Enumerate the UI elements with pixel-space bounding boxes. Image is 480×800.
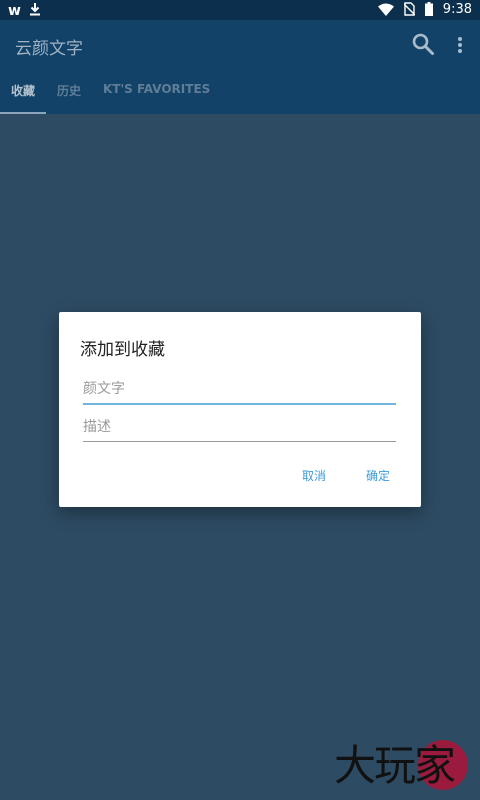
add-to-favorites-dialog: 添加到收藏 取消 确定: [59, 312, 421, 507]
wifi-icon: [377, 1, 394, 20]
screen: w 9:38 云颜文字 收藏 历史 KT'S FAVORITES 添加到收藏 颜…: [0, 0, 480, 800]
tab-kts-favorites[interactable]: KT'S FAVORITES: [103, 78, 210, 114]
tab-indicator: [0, 112, 46, 114]
dialog-title: 添加到收藏: [80, 340, 165, 360]
confirm-button[interactable]: 确定: [366, 467, 390, 484]
download-icon: [29, 1, 41, 20]
app-title: 云颜文字: [15, 39, 83, 59]
tab-history[interactable]: 历史: [57, 78, 81, 114]
watermark-text: 大玩家: [334, 741, 456, 790]
more-vert-icon: [458, 37, 462, 53]
app-bar: 云颜文字 收藏 历史 KT'S FAVORITES: [0, 20, 480, 114]
app-notification-icon: w: [8, 2, 21, 19]
battery-icon: [424, 1, 433, 20]
status-bar: w 9:38: [0, 0, 480, 20]
description-input[interactable]: [83, 413, 396, 442]
emoticon-input[interactable]: [83, 375, 396, 405]
tab-history-label: 历史: [57, 84, 82, 98]
tab-kts-favorites-label: KT'S FAVORITES: [103, 82, 211, 96]
search-icon: [412, 33, 434, 55]
search-button[interactable]: [411, 32, 435, 56]
cancel-button[interactable]: 取消: [302, 467, 326, 484]
tab-favorites[interactable]: 收藏: [0, 78, 46, 114]
tab-favorites-label: 收藏: [11, 84, 36, 98]
more-options-button[interactable]: [450, 34, 470, 56]
no-sim-icon: [403, 1, 416, 20]
watermark-logo: 大玩家: [332, 738, 474, 796]
status-time: 9:38: [442, 2, 472, 17]
